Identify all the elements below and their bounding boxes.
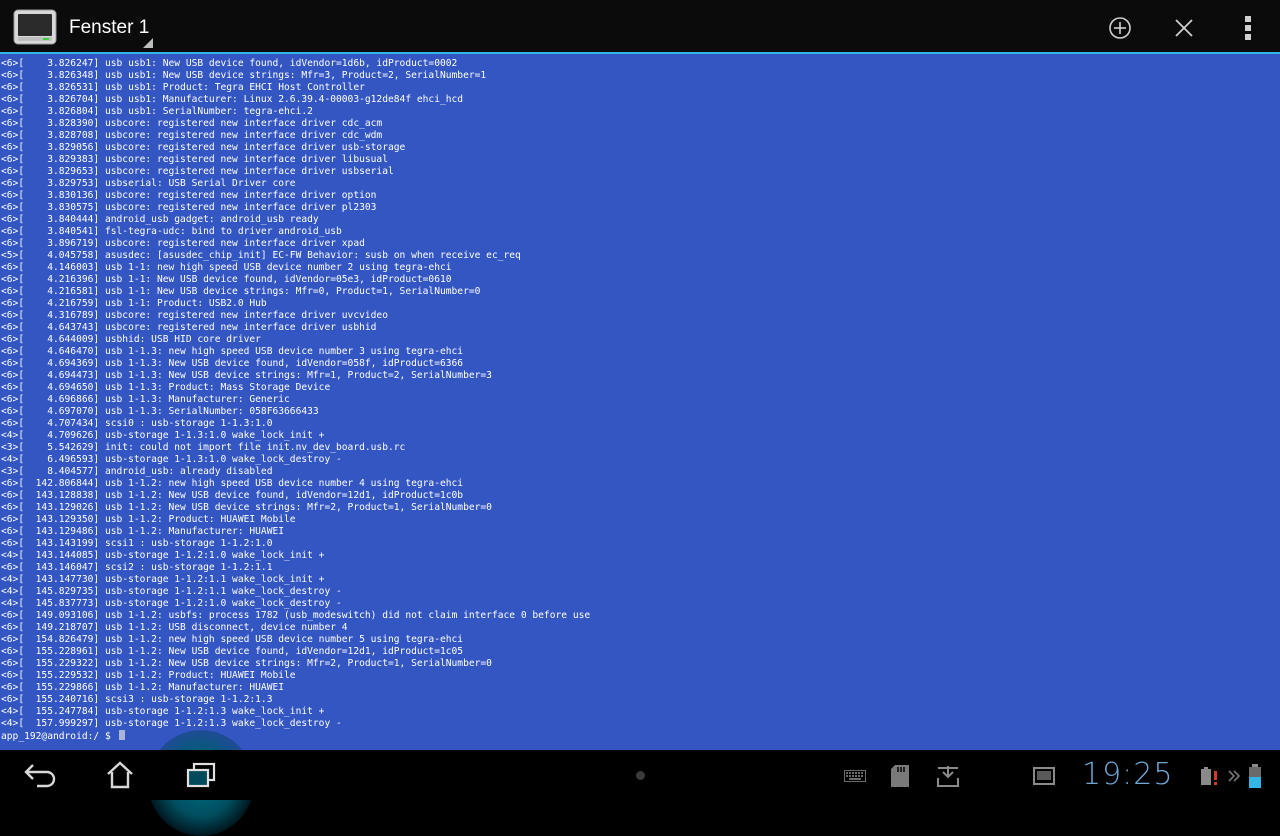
terminal-line: <4>[ 145.837773] usb-storage 1-1.2:1.0 w…: [1, 598, 342, 609]
terminal-line: <6>[ 3.830575] usbcore: registered new i…: [1, 202, 377, 213]
action-bar: Fenster 1: [0, 0, 1280, 54]
window-title[interactable]: Fenster 1: [69, 17, 149, 39]
terminal-line: <6>[ 4.707434] scsi0 : usb-storage 1-1.3…: [1, 418, 273, 429]
terminal-line: <4>[ 143.144085] usb-storage 1-1.2:1.0 w…: [1, 550, 325, 561]
terminal-line: <6>[ 143.129026] usb 1-1.2: New USB devi…: [1, 502, 492, 513]
terminal-line: <6>[ 143.129486] usb 1-1.2: Manufacturer…: [1, 526, 285, 537]
terminal-line: <6>[ 4.697070] usb 1-1.3: SerialNumber: …: [1, 406, 319, 417]
terminal-line: <6>[ 149.093106] usb 1-1.2: usbfs: proce…: [1, 610, 591, 621]
terminal-line: <6>[ 4.646470] usb 1-1.3: new high speed…: [1, 346, 464, 357]
terminal-line: <6>[ 4.694650] usb 1-1.3: Product: Mass …: [1, 382, 331, 393]
terminal-line: <6>[ 4.216581] usb 1-1: New USB device s…: [1, 286, 481, 297]
battery-icon: [1246, 764, 1264, 788]
terminal-line: <4>[ 155.247784] usb-storage 1-1.2:1.3 w…: [1, 706, 325, 717]
terminal-line: <6>[ 3.829753] usbserial: USB Serial Dri…: [1, 178, 296, 189]
battery-alert-icon: [1198, 764, 1222, 788]
shell-prompt-text: app_192@android:/ $: [1, 731, 117, 742]
terminal-line: <6>[ 143.146047] scsi2 : usb-storage 1-1…: [1, 562, 273, 573]
sdcard-icon[interactable]: [888, 764, 912, 788]
terminal-line: <6>[ 3.840444] android_usb gadget: andro…: [1, 214, 319, 225]
terminal-line: <6>[ 155.228961] usb 1-1.2: New USB devi…: [1, 646, 464, 657]
overflow-menu-icon[interactable]: [1232, 12, 1264, 44]
status-clock[interactable]: 19:25: [1082, 757, 1173, 792]
plus-circle-icon[interactable]: [1104, 12, 1136, 44]
terminal-line: <6>[ 4.216759] usb 1-1: Product: USB2.0 …: [1, 298, 267, 309]
terminal-line: <6>[ 155.229866] usb 1-1.2: Manufacturer…: [1, 682, 285, 693]
screenshot-icon[interactable]: [1032, 764, 1056, 788]
terminal-line: <3>[ 8.404577] android_usb: already disa…: [1, 466, 273, 477]
download-icon[interactable]: [935, 764, 961, 788]
terminal-line: <6>[ 143.128838] usb 1-1.2: New USB devi…: [1, 490, 464, 501]
terminal-line: <6>[ 4.146003] usb 1-1: new high speed U…: [1, 262, 452, 273]
back-icon[interactable]: [20, 755, 60, 795]
terminal-line: <4>[ 145.829735] usb-storage 1-1.2:1.1 w…: [1, 586, 342, 597]
terminal-output[interactable]: <6>[ 3.826247] usb usb1: New USB device …: [0, 54, 1280, 750]
text-cursor: [118, 730, 125, 740]
terminal-line: <6>[ 4.694473] usb 1-1.3: New USB device…: [1, 370, 492, 381]
home-icon[interactable]: [100, 755, 140, 795]
terminal-line: <6>[ 142.806844] usb 1-1.2: new high spe…: [1, 478, 464, 489]
terminal-line: <6>[ 3.826247] usb usb1: New USB device …: [1, 58, 458, 69]
terminal-line: <6>[ 4.643743] usbcore: registered new i…: [1, 322, 377, 333]
terminal-line: <6>[ 143.129350] usb 1-1.2: Product: HUA…: [1, 514, 296, 525]
terminal-line: <6>[ 4.694369] usb 1-1.3: New USB device…: [1, 358, 464, 369]
terminal-line: <6>[ 154.826479] usb 1-1.2: new high spe…: [1, 634, 464, 645]
terminal-line: <6>[ 149.218707] usb 1-1.2: USB disconne…: [1, 622, 348, 633]
terminal-line: <4>[ 157.999297] usb-storage 1-1.2:1.3 w…: [1, 718, 342, 729]
recent-apps-icon[interactable]: [181, 755, 221, 795]
terminal-line: <6>[ 3.829653] usbcore: registered new i…: [1, 166, 394, 177]
terminal-line: <6>[ 3.840541] fsl-tegra-udc: bind to dr…: [1, 226, 342, 237]
terminal-line: <3>[ 5.542629] init: could not import fi…: [1, 442, 406, 453]
terminal-line: <6>[ 4.644009] usbhid: USB HID core driv…: [1, 334, 261, 345]
terminal-line: <6>[ 3.826348] usb usb1: New USB device …: [1, 70, 487, 81]
close-icon[interactable]: [1168, 12, 1200, 44]
terminal-line: <5>[ 4.045758] asusdec: [asusdec_chip_in…: [1, 250, 521, 261]
menu-indicator-dot[interactable]: [636, 771, 645, 780]
terminal-line: <6>[ 3.829056] usbcore: registered new i…: [1, 142, 406, 153]
terminal-line: <4>[ 143.147730] usb-storage 1-1.2:1.1 w…: [1, 574, 325, 585]
terminal-line: <6>[ 155.229532] usb 1-1.2: Product: HUA…: [1, 670, 296, 681]
terminal-line: <6>[ 3.826531] usb usb1: Product: Tegra …: [1, 82, 365, 93]
terminal-lines: <6>[ 3.826247] usb usb1: New USB device …: [0, 54, 1280, 742]
terminal-line: <6>[ 155.240716] scsi3 : usb-storage 1-1…: [1, 694, 273, 705]
terminal-line: <4>[ 4.709626] usb-storage 1-1.3:1.0 wak…: [1, 430, 325, 441]
terminal-line: <6>[ 3.830136] usbcore: registered new i…: [1, 190, 377, 201]
terminal-line: <6>[ 143.143199] scsi1 : usb-storage 1-1…: [1, 538, 273, 549]
terminal-line: <4>[ 6.496593] usb-storage 1-1.3:1.0 wak…: [1, 454, 342, 465]
terminal-app-icon[interactable]: [13, 9, 57, 45]
terminal-line: <6>[ 4.696866] usb 1-1.3: Manufacturer: …: [1, 394, 290, 405]
terminal-line: <6>[ 3.826804] usb usb1: SerialNumber: t…: [1, 106, 313, 117]
terminal-line: <6>[ 4.216396] usb 1-1: New USB device f…: [1, 274, 452, 285]
terminal-line: <6>[ 3.828708] usbcore: registered new i…: [1, 130, 383, 141]
terminal-line: <6>[ 4.316789] usbcore: registered new i…: [1, 310, 388, 321]
chevron-right-icon: [1226, 764, 1242, 788]
terminal-line: <6>[ 3.828390] usbcore: registered new i…: [1, 118, 383, 129]
keyboard-icon[interactable]: [843, 764, 867, 788]
dropdown-indicator-icon: [143, 38, 153, 48]
terminal-line: <6>[ 3.829383] usbcore: registered new i…: [1, 154, 388, 165]
terminal-line: <6>[ 155.229322] usb 1-1.2: New USB devi…: [1, 658, 492, 669]
terminal-line: <6>[ 3.896719] usbcore: registered new i…: [1, 238, 365, 249]
terminal-line: <6>[ 3.826704] usb usb1: Manufacturer: L…: [1, 94, 464, 105]
